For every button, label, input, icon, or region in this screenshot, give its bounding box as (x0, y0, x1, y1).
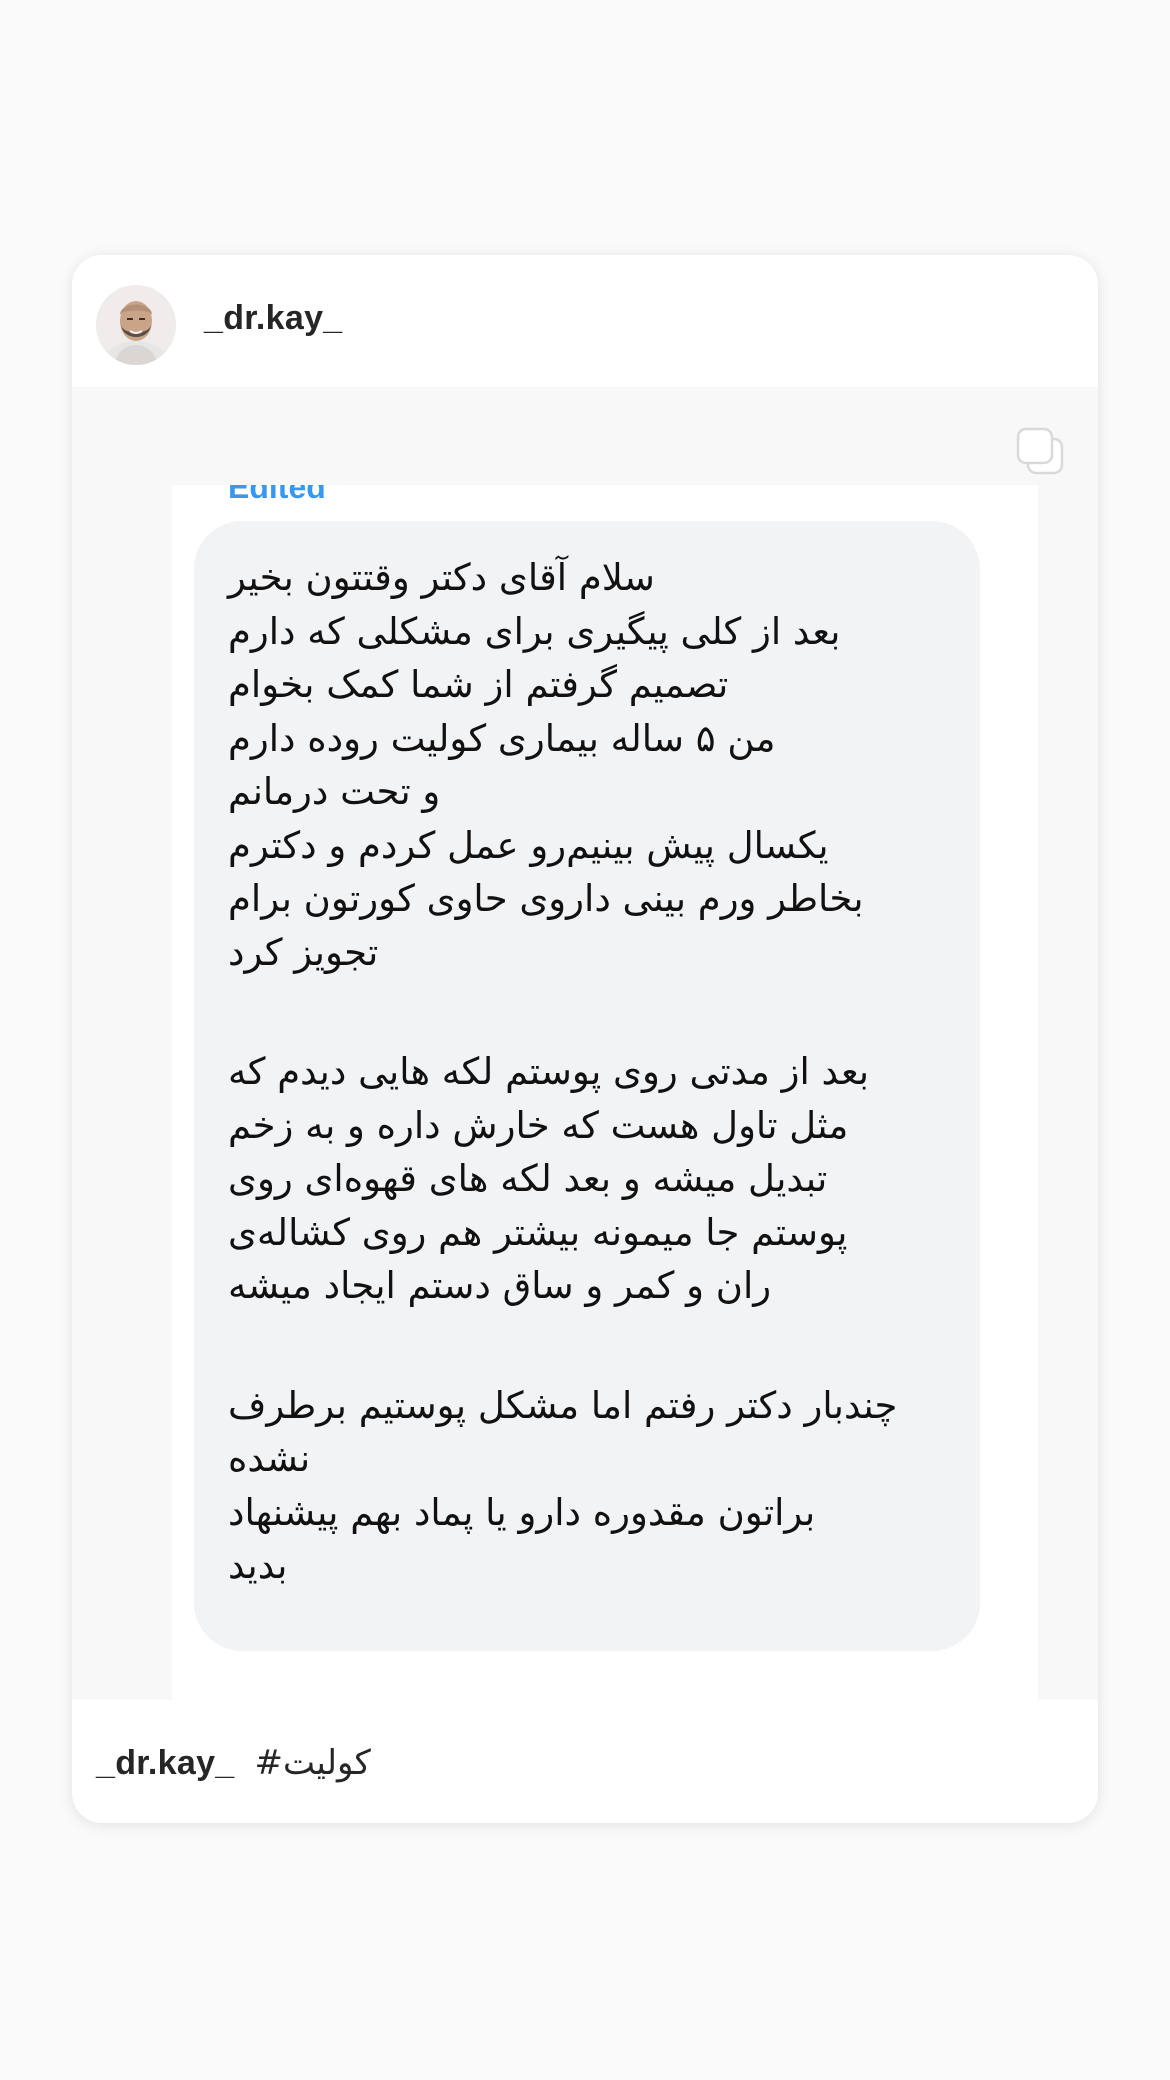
message-line: بدید (228, 1544, 288, 1587)
header-username[interactable]: _dr.kay_ (204, 299, 343, 338)
message-text: سلام آقای دکتر وقتتون بخیر بعد از کلی پی… (228, 551, 968, 1593)
message-line: ران و کمر و ساق دستم ایجاد میشه (228, 1264, 772, 1307)
message-line: تجویز کرد (228, 930, 379, 974)
caption-hashtag[interactable]: #کولیت (255, 1743, 371, 1783)
avatar[interactable] (96, 285, 176, 365)
message-bubble: سلام آقای دکتر وقتتون بخیر بعد از کلی پی… (194, 521, 980, 1651)
profile-photo-icon (96, 285, 176, 365)
message-line: تبدیل میشه و بعد لکه های قهوه‌ای روی (228, 1157, 828, 1200)
message-line: پوستم جا میمونه بیشتر هم روی کشاله‌ی (228, 1210, 848, 1254)
message-line: بعد از مدتی روی پوستم لکه هایی دیدم که (228, 1050, 870, 1093)
message-line: من ۵ ساله بیماری کولیت روده دارم (228, 716, 776, 760)
message-line: بخاطر ورم بینی داروی حاوی کورتون برام (228, 877, 864, 920)
message-line: سلام آقای دکتر وقتتون بخیر (228, 556, 655, 599)
message-line: چندبار دکتر رفتم اما مشکل پوستیم برطرف (228, 1383, 898, 1427)
message-line: مثل تاول هست که خارش داره و به زخم (228, 1103, 849, 1147)
post-header: _dr.kay_ (72, 255, 1098, 387)
message-line: و تحت درمانم (228, 770, 441, 813)
edited-label: Edited (228, 485, 326, 505)
carousel-icon (1016, 427, 1064, 475)
message-line: براتون مقدوره دارو یا پماد بهم پیشنهاد (228, 1490, 816, 1534)
message-line: نشده (228, 1437, 311, 1480)
caption-username[interactable]: _dr.kay_ (96, 1744, 235, 1783)
dm-screenshot: Edited سلام آقای دکتر وقتتون بخیر بعد از… (172, 485, 1038, 1700)
post-media[interactable]: Edited سلام آقای دکتر وقتتون بخیر بعد از… (72, 387, 1098, 1700)
message-line: بعد از کلی پیگیری برای مشکلی که دارم (228, 609, 841, 653)
post-card: _dr.kay_ Edited سلام آقای دکتر وقتتون بخ… (72, 255, 1098, 1823)
post-caption: _dr.kay_ #کولیت (96, 1733, 371, 1793)
message-line: تصمیم گرفتم از شما کمک بخوام (228, 663, 729, 706)
message-line: یکسال پیش بینیم‌رو عمل کردم و دکترم (228, 823, 829, 867)
